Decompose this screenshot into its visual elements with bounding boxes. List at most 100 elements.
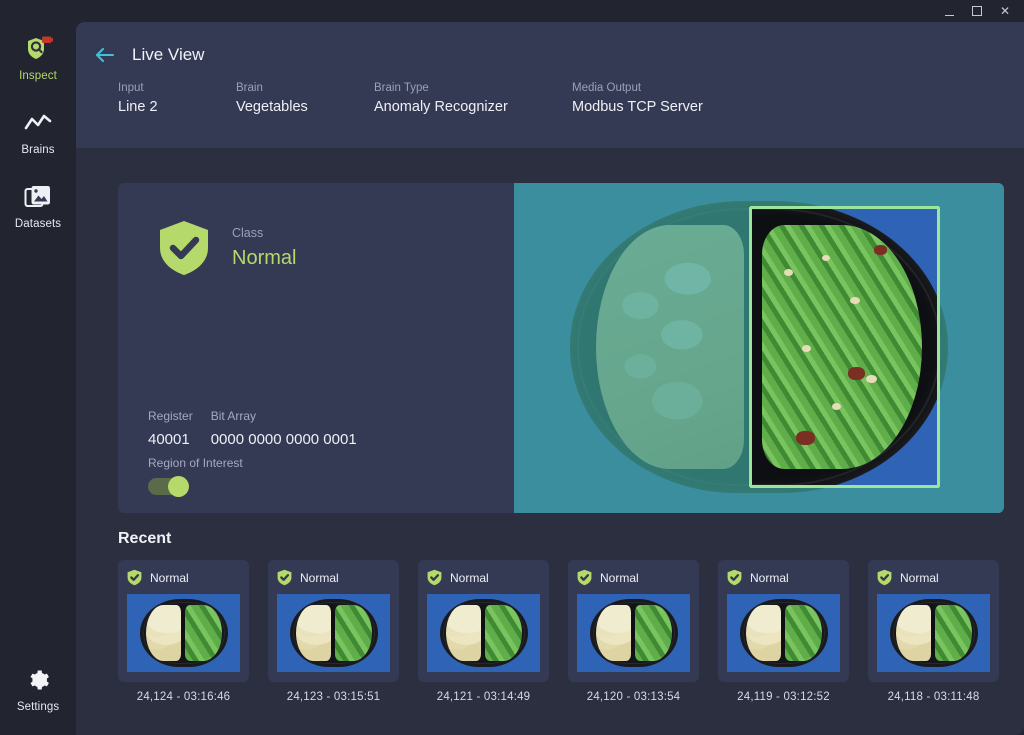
- meta-value-brain-type: Anomaly Recognizer: [374, 99, 534, 115]
- gear-icon: [23, 665, 53, 695]
- sidebar-item-settings[interactable]: Settings: [0, 655, 76, 719]
- region-of-interest-toggle[interactable]: [148, 478, 188, 495]
- shield-search-icon: [23, 34, 53, 64]
- recent-thumb-box[interactable]: Normal: [418, 560, 549, 682]
- shield-check-icon: [427, 569, 442, 586]
- sidebar-item-label-inspect: Inspect: [19, 70, 57, 82]
- region-of-interest-label: Region of Interest: [148, 456, 243, 470]
- status-badge: Normal: [150, 571, 189, 585]
- recent-thumb-header: Normal: [727, 569, 840, 586]
- status-badge: Normal: [600, 571, 639, 585]
- recent-thumb-caption: 24,119 - 03:12:52: [718, 691, 849, 703]
- recent-thumb-box[interactable]: Normal: [718, 560, 849, 682]
- meta-label-input: Input: [118, 82, 198, 94]
- status-badge: Normal: [750, 571, 789, 585]
- list-item[interactable]: Normal 24,118 - 03:11:48: [868, 560, 999, 703]
- sidebar: Inspect Brains Datasets Settings: [0, 0, 76, 735]
- roi-mask-left: [514, 206, 749, 488]
- recent-thumb-image: [127, 594, 240, 672]
- shield-check-icon: [127, 569, 142, 586]
- recent-thumb-caption: 24,124 - 03:16:46: [118, 691, 249, 703]
- app-panel: Live View Input Line 2 Brain Vegetables …: [76, 22, 1024, 735]
- sidebar-item-datasets[interactable]: Datasets: [0, 172, 76, 236]
- meta-label-brain: Brain: [236, 82, 336, 94]
- meta-label-brain-type: Brain Type: [374, 82, 534, 94]
- list-item[interactable]: Normal 24,120 - 03:13:54: [568, 560, 699, 703]
- recent-thumb-box[interactable]: Normal: [268, 560, 399, 682]
- list-item[interactable]: Normal 24,121 - 03:14:49: [418, 560, 549, 703]
- bit-array-block: Bit Array 0000 0000 0000 0001: [211, 409, 357, 448]
- status-badge: Normal: [300, 571, 339, 585]
- list-item[interactable]: Normal 24,119 - 03:12:52: [718, 560, 849, 703]
- sidebar-item-label-settings: Settings: [17, 701, 59, 713]
- shield-check-icon: [727, 569, 742, 586]
- recent-thumb-header: Normal: [577, 569, 690, 586]
- list-item[interactable]: Normal 24,123 - 03:15:51: [268, 560, 399, 703]
- recent-thumb-caption: 24,120 - 03:13:54: [568, 691, 699, 703]
- toggle-knob: [168, 476, 189, 497]
- meta-input: Input Line 2: [118, 82, 198, 115]
- sidebar-item-label-datasets: Datasets: [15, 218, 61, 230]
- meta-value-media-output: Modbus TCP Server: [572, 99, 703, 115]
- recent-thumb-header: Normal: [877, 569, 990, 586]
- class-label: Class: [232, 226, 296, 240]
- meta-value-brain: Vegetables: [236, 99, 336, 115]
- status-badge: Normal: [900, 571, 939, 585]
- recent-thumb-box[interactable]: Normal: [118, 560, 249, 682]
- recent-thumb-header: Normal: [427, 569, 540, 586]
- window-close-button[interactable]: ✕: [998, 4, 1012, 18]
- page-title: Live View: [132, 45, 204, 65]
- shield-check-icon: [877, 569, 892, 586]
- meta-brain: Brain Vegetables: [236, 82, 336, 115]
- live-image-viewer[interactable]: [514, 183, 1004, 513]
- recent-thumb-caption: 24,123 - 03:15:51: [268, 691, 399, 703]
- recent-thumb-header: Normal: [277, 569, 390, 586]
- back-arrow-icon[interactable]: [94, 44, 116, 66]
- recent-thumb-image: [577, 594, 690, 672]
- meta-label-media-output: Media Output: [572, 82, 703, 94]
- class-block: Class Normal: [232, 226, 296, 270]
- register-label: Register: [148, 409, 193, 423]
- window-minimize-button[interactable]: [942, 4, 956, 18]
- sidebar-item-inspect[interactable]: Inspect: [0, 24, 76, 88]
- live-result-panel: Class Normal Register 40001 Bit Array 00…: [118, 183, 514, 513]
- page-header: Live View Input Line 2 Brain Vegetables …: [76, 22, 1024, 148]
- camera-badge: [42, 37, 53, 44]
- images-stack-icon: [23, 182, 53, 212]
- sidebar-item-label-brains: Brains: [21, 144, 54, 156]
- register-row: Register 40001 Bit Array 0000 0000 0000 …: [148, 409, 375, 448]
- list-item[interactable]: Normal 24,124 - 03:16:46: [118, 560, 249, 703]
- shield-check-icon: [577, 569, 592, 586]
- recent-thumb-box[interactable]: Normal: [868, 560, 999, 682]
- class-row: Class Normal: [118, 183, 514, 277]
- header-meta-row: Input Line 2 Brain Vegetables Brain Type…: [76, 66, 1024, 115]
- roi-mask-right: [940, 206, 1004, 488]
- roi-mask-top: [514, 183, 1004, 206]
- shield-check-icon: [277, 569, 292, 586]
- sidebar-item-brains[interactable]: Brains: [0, 98, 76, 162]
- title-bar: ✕: [0, 0, 1024, 22]
- recent-thumb-image: [277, 594, 390, 672]
- header-top-row: Live View: [76, 22, 1024, 66]
- recent-thumb-caption: 24,118 - 03:11:48: [868, 691, 999, 703]
- window-maximize-button[interactable]: [970, 4, 984, 18]
- status-badge: Normal: [450, 571, 489, 585]
- bit-array-value: 0000 0000 0000 0001: [211, 431, 357, 448]
- recent-heading: Recent: [118, 530, 171, 548]
- recent-thumb-box[interactable]: Normal: [568, 560, 699, 682]
- meta-media-output: Media Output Modbus TCP Server: [572, 82, 703, 115]
- live-view-card: Class Normal Register 40001 Bit Array 00…: [118, 183, 1004, 513]
- shield-check-icon: [158, 219, 210, 277]
- meta-value-input: Line 2: [118, 99, 198, 115]
- recent-thumb-image: [727, 594, 840, 672]
- line-chart-icon: [23, 108, 53, 138]
- meta-brain-type: Brain Type Anomaly Recognizer: [374, 82, 534, 115]
- recent-thumb-image: [427, 594, 540, 672]
- roi-mask-bottom: [514, 488, 1004, 513]
- recent-thumb-caption: 24,121 - 03:14:49: [418, 691, 549, 703]
- bit-array-label: Bit Array: [211, 409, 357, 423]
- inspection-photo: [514, 183, 1004, 513]
- register-value: 40001: [148, 431, 193, 448]
- recent-thumb-header: Normal: [127, 569, 240, 586]
- recent-thumb-image: [877, 594, 990, 672]
